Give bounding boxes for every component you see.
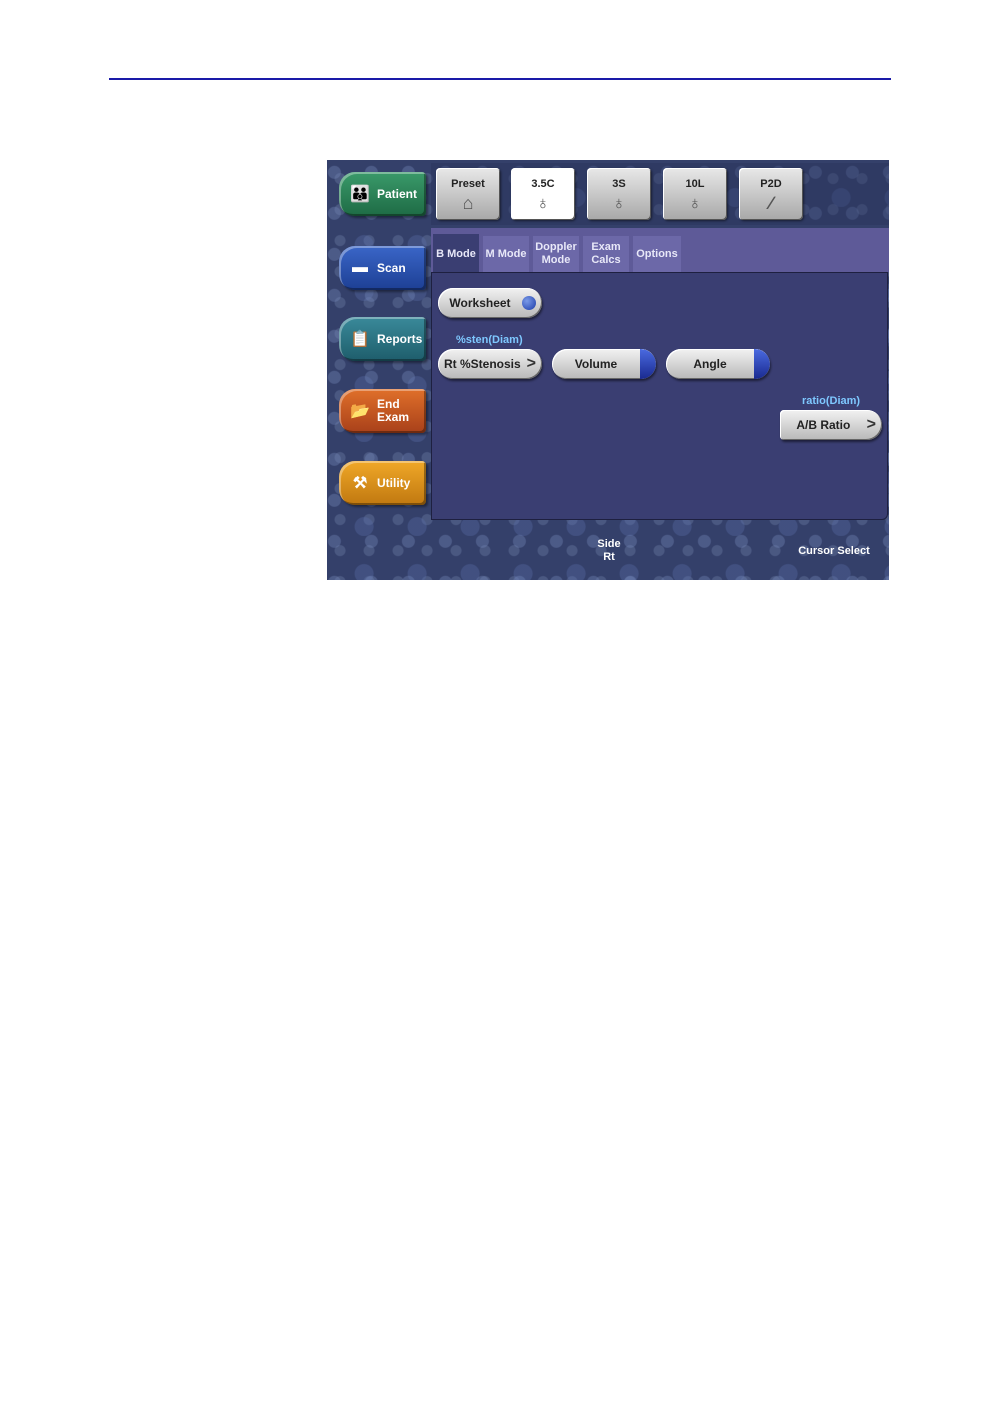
worksheet-label: Worksheet	[449, 296, 511, 310]
probe-10l-button[interactable]: 10L ♁	[663, 168, 727, 220]
end-exam-button[interactable]: 📂 End Exam	[339, 389, 426, 433]
utility-button[interactable]: ⚒ Utility	[339, 461, 426, 505]
chevron-right-icon: >	[866, 416, 876, 433]
probe-icon: ♁	[536, 193, 550, 213]
probe-preset-button[interactable]: Preset ⌂	[436, 168, 500, 220]
probe-icon: ♁	[688, 193, 702, 213]
submenu-cap-icon	[640, 349, 656, 379]
toggle-indicator-icon	[522, 296, 536, 310]
reports-label: Reports	[377, 331, 423, 346]
probe-icon: ♁	[612, 193, 626, 213]
tab-b-mode[interactable]: B Mode	[433, 234, 479, 274]
tab-doppler-mode[interactable]: Doppler Mode	[533, 236, 579, 272]
probe-label: 10L	[685, 178, 705, 190]
probe-label: P2D	[760, 178, 782, 190]
side-softkey-label[interactable]: Side Rt	[589, 538, 629, 564]
stenosis-group-label: %sten(Diam)	[456, 334, 523, 346]
reports-button[interactable]: 📋 Reports	[339, 317, 426, 361]
probe-bar: Preset ⌂ 3.5C ♁ 3S ♁ 10L ♁ P2D ∕	[431, 163, 889, 225]
b-mode-panel: Worksheet %sten(Diam) Rt %Stenosis > Vol…	[431, 272, 888, 520]
tab-m-mode[interactable]: M Mode	[483, 236, 529, 272]
tab-options[interactable]: Options	[633, 236, 681, 272]
end-exam-icon: 📂	[350, 403, 370, 420]
utility-icon: ⚒	[352, 475, 368, 492]
scan-label: Scan	[377, 260, 406, 275]
ab-ratio-button[interactable]: A/B Ratio >	[780, 410, 882, 440]
probe-label: Preset	[451, 178, 485, 190]
probe-label: 3.5C	[531, 178, 555, 190]
volume-button[interactable]: Volume	[552, 349, 656, 379]
cursor-select-softkey-label[interactable]: Cursor Select	[789, 545, 879, 558]
probe-p2d-button[interactable]: P2D ∕	[739, 168, 803, 220]
probe-label: 3S	[612, 178, 626, 190]
angle-button[interactable]: Angle	[666, 349, 770, 379]
ratio-group-label: ratio(Diam)	[802, 395, 861, 407]
probe-3-5c-button[interactable]: 3.5C ♁	[511, 168, 575, 220]
pencil-probe-icon: ∕	[769, 193, 773, 213]
scan-icon: ▬	[352, 259, 368, 276]
probe-3s-button[interactable]: 3S ♁	[587, 168, 651, 220]
header-rule	[109, 78, 891, 80]
stenosis-button[interactable]: Rt %Stenosis >	[438, 349, 542, 379]
patient-icon: 👪	[350, 186, 370, 203]
utility-label: Utility	[377, 475, 411, 490]
submenu-cap-icon	[754, 349, 770, 379]
end-exam-label: End Exam	[377, 397, 410, 424]
mode-tabs: B Mode M Mode Doppler Mode Exam Calcs Op…	[431, 228, 889, 274]
tab-exam-calcs[interactable]: Exam Calcs	[583, 236, 629, 272]
scan-button[interactable]: ▬ Scan	[339, 246, 426, 290]
preset-probe-icon: ⌂	[462, 193, 474, 213]
stenosis-label: Rt %Stenosis	[443, 357, 521, 371]
volume-label: Volume	[574, 357, 618, 371]
worksheet-button[interactable]: Worksheet	[438, 288, 542, 318]
angle-label: Angle	[693, 357, 727, 371]
patient-button[interactable]: 👪 Patient	[339, 172, 426, 216]
ab-ratio-label: A/B Ratio	[796, 418, 851, 432]
reports-icon: 📋	[350, 331, 370, 348]
ultrasound-touch-panel: 👪 Patient ▬ Scan 📋 Reports 📂 End Exam ⚒ …	[327, 160, 889, 580]
chevron-right-icon: >	[526, 355, 536, 372]
patient-label: Patient	[377, 186, 418, 201]
